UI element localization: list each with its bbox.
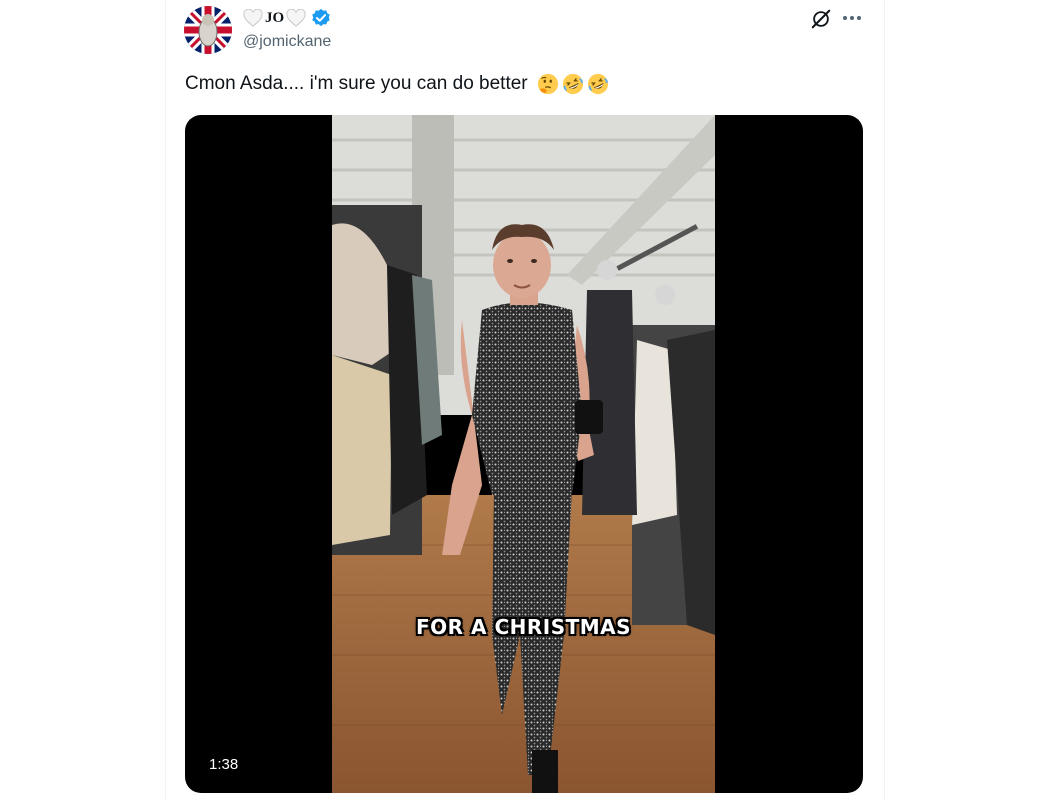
union-jack-avatar-icon [184,6,232,54]
tweet-text-row: Cmon Asda.... i'm sure you can do better [185,73,609,95]
thinking-face-icon [537,73,558,95]
grok-icon[interactable] [810,8,832,30]
video-caption-overlay: FOR A CHRISTMAS [415,615,632,639]
display-name[interactable]: JO [265,10,284,27]
display-name-row[interactable]: JO [243,8,331,28]
avatar[interactable] [184,6,232,54]
rofl-icon [587,73,608,95]
more-icon[interactable] [840,8,864,28]
video-frame[interactable]: FOR A CHRISTMAS [332,115,715,793]
video-duration-badge: 1:38 [201,754,247,775]
rofl-icon [562,73,583,95]
white-heart-icon [243,9,263,27]
tweet-text: Cmon Asda.... i'm sure you can do better [185,73,528,94]
user-handle[interactable]: @jomickane [243,33,331,51]
white-heart-icon [286,9,306,27]
video-still-image [332,115,715,793]
video-player[interactable]: FOR A CHRISTMAS 1:38 [185,115,863,793]
verified-badge-icon[interactable] [311,8,331,28]
